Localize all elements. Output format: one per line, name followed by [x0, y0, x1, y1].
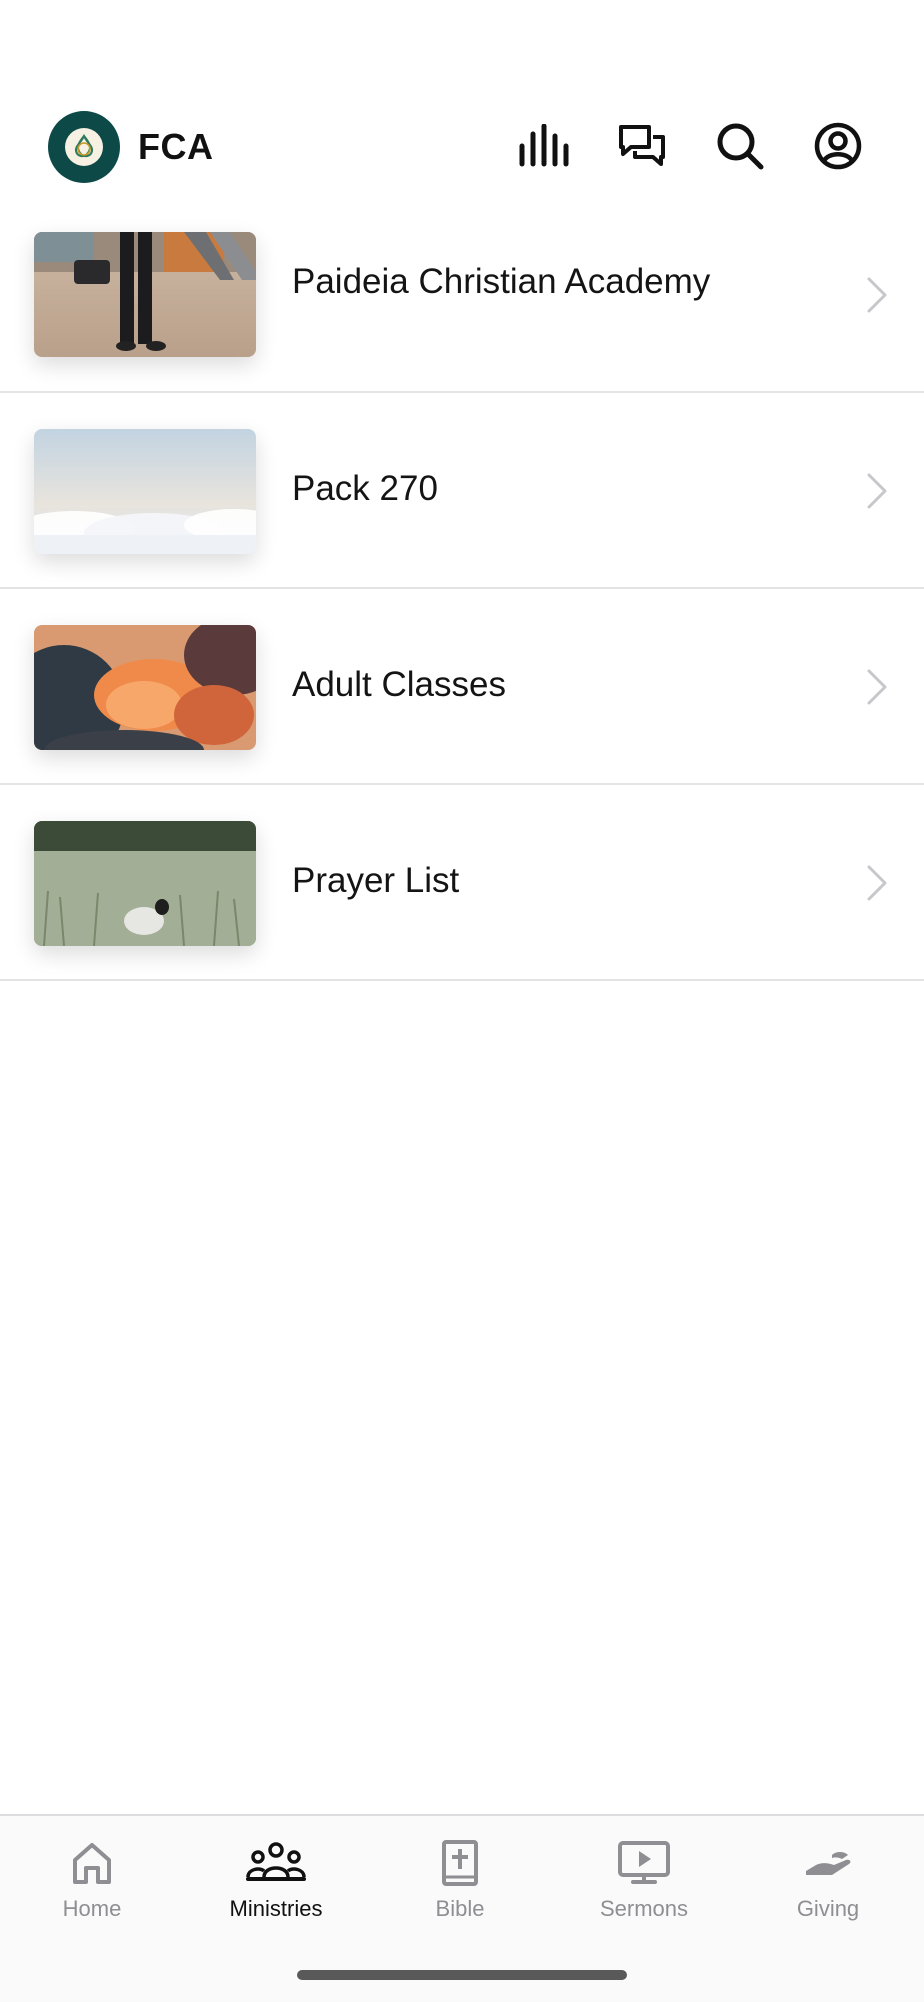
- chat-icon[interactable]: [616, 120, 668, 172]
- giving-hand-icon: [736, 1836, 920, 1890]
- clouds-sky-image: [34, 429, 256, 554]
- list-item-label: Pack 270: [292, 469, 438, 508]
- tab-label: Giving: [796, 1896, 860, 1921]
- chevron-right-icon: [867, 865, 887, 901]
- list-item[interactable]: Pack 270: [0, 393, 924, 589]
- sheep-in-meadow-image: [34, 821, 256, 946]
- list-item-label: Adult Classes: [292, 665, 506, 704]
- live-icon[interactable]: [518, 120, 570, 172]
- sermon-play-icon: [552, 1836, 736, 1890]
- tab-sermons[interactable]: Sermons: [552, 1816, 736, 1936]
- orange-sunset-clouds-image: [34, 625, 256, 750]
- search-icon[interactable]: [714, 120, 766, 172]
- bible-icon: [368, 1836, 552, 1890]
- people-icon: [184, 1836, 368, 1890]
- tab-label: Bible: [435, 1896, 485, 1921]
- list-item-label: Prayer List: [292, 861, 460, 900]
- tab-ministries[interactable]: Ministries: [184, 1816, 368, 1936]
- list-item[interactable]: Adult Classes: [0, 589, 924, 785]
- app-header: FCA: [0, 0, 924, 222]
- tab-giving[interactable]: Giving: [736, 1816, 920, 1936]
- church-logo[interactable]: [48, 111, 120, 183]
- chevron-right-icon: [867, 277, 887, 313]
- list-item-label: Paideia Christian Academy: [292, 262, 711, 301]
- chevron-right-icon: [867, 669, 887, 705]
- tab-label: Sermons: [599, 1896, 689, 1921]
- person-on-beach-image: [34, 232, 256, 357]
- trinity-knot-icon: [65, 128, 103, 166]
- home-indicator: [297, 1970, 627, 1980]
- chevron-right-icon: [867, 473, 887, 509]
- list-item[interactable]: Prayer List: [0, 785, 924, 981]
- tab-bible[interactable]: Bible: [368, 1816, 552, 1936]
- tab-home[interactable]: Home: [0, 1816, 184, 1936]
- list-item[interactable]: Paideia Christian Academy: [0, 222, 924, 393]
- tab-label: Home: [62, 1896, 122, 1921]
- ministries-list: Paideia Christian Academy Pack 270 Adult…: [0, 222, 924, 981]
- home-icon: [0, 1836, 184, 1890]
- profile-icon[interactable]: [812, 120, 864, 172]
- app-title: FCA: [138, 126, 214, 167]
- tab-label: Ministries: [229, 1896, 323, 1921]
